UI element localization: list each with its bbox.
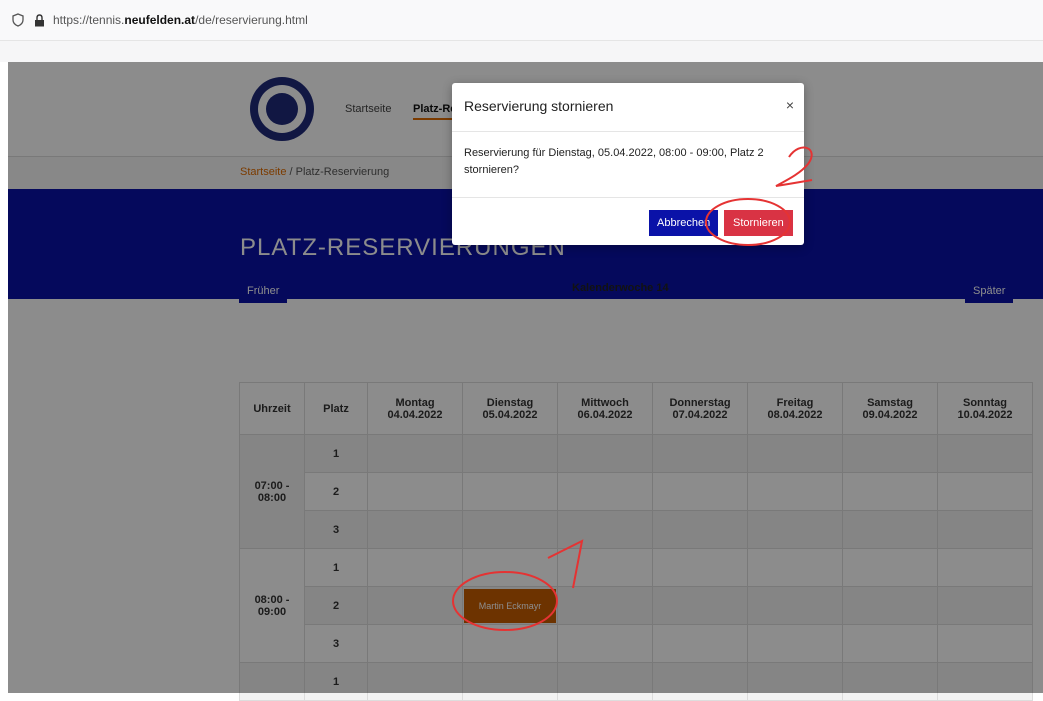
modal-footer: Abbrechen Stornieren: [452, 197, 804, 246]
shield-icon: [12, 13, 24, 27]
browser-gap: [0, 41, 1043, 62]
cancel-reservation-dialog: Reservierung stornieren × Reservierung f…: [452, 83, 804, 245]
url-prefix: https://tennis.: [53, 13, 125, 27]
url-path: /de/reservierung.html: [195, 13, 308, 27]
modal-message: Reservierung für Dienstag, 05.04.2022, 0…: [464, 147, 764, 176]
url-row: https://tennis.neufelden.at/de/reservier…: [0, 8, 1043, 32]
modal-title: Reservierung stornieren: [464, 98, 614, 114]
browser-toolbar: https://tennis.neufelden.at/de/reservier…: [0, 0, 1043, 41]
url-domain: neufelden.at: [124, 13, 196, 27]
modal-header: Reservierung stornieren ×: [452, 83, 804, 132]
url-bar[interactable]: https://tennis.neufelden.at/de/reservier…: [53, 13, 308, 27]
cancel-button[interactable]: Abbrechen: [649, 210, 719, 236]
close-icon[interactable]: ×: [786, 97, 794, 113]
lock-icon: [35, 13, 44, 26]
stornieren-button[interactable]: Stornieren: [724, 210, 793, 236]
